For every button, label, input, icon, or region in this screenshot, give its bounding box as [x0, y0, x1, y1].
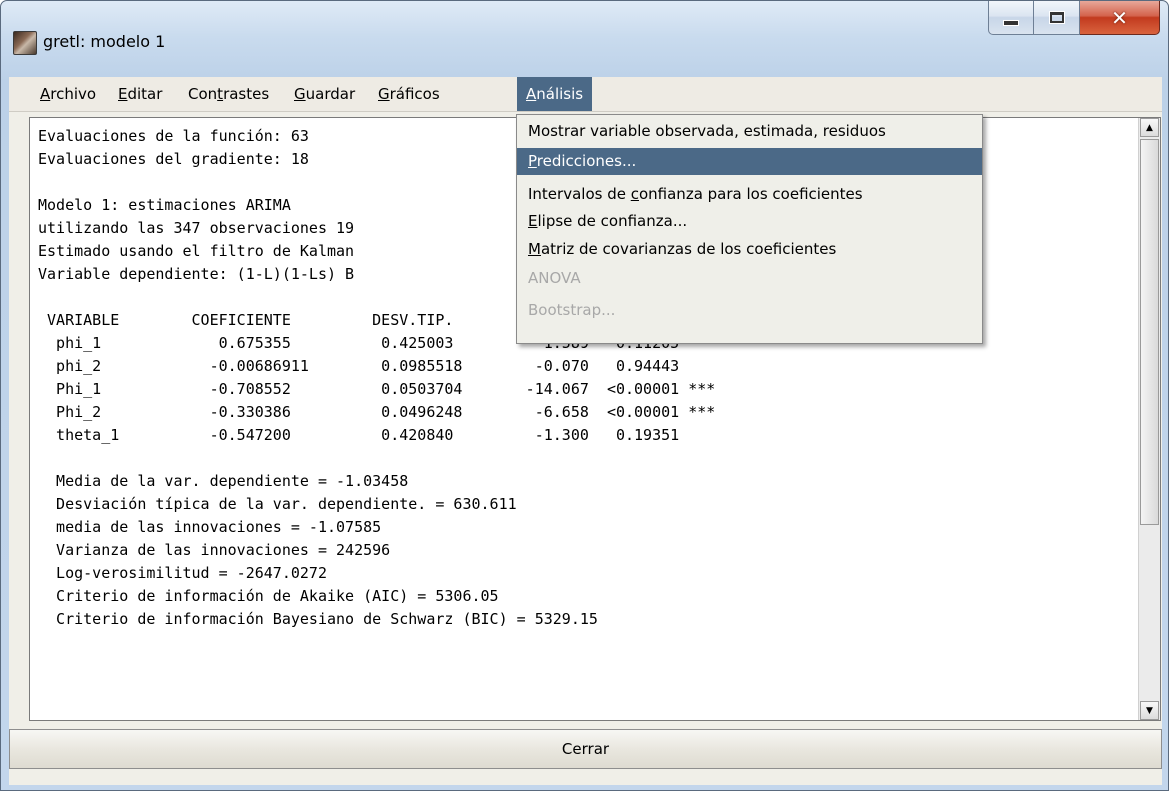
- minimize-button[interactable]: [988, 1, 1034, 35]
- menu-item-predicciones-label: redicciones...: [536, 152, 637, 170]
- menu-item-intervalos-confianza[interactable]: Intervalos de confianza para los coefici…: [517, 181, 982, 208]
- menu-archivo-accel: A: [40, 85, 51, 103]
- menu-archivo-label: rchivo: [50, 85, 97, 103]
- scrollbar-thumb[interactable]: [1140, 139, 1159, 525]
- menu-item-elipse-label: lipse de confianza...: [537, 212, 688, 230]
- close-window-button[interactable]: ✕: [1080, 1, 1160, 35]
- menu-contrastes[interactable]: Contrastes: [179, 77, 278, 111]
- menu-contrastes-pre: Con: [188, 85, 218, 103]
- menu-analisis[interactable]: Análisis: [517, 77, 593, 111]
- menu-contrastes-label: rastes: [223, 85, 270, 103]
- menu-analisis-accel: A: [526, 85, 537, 103]
- menu-item-predicciones-accel: P: [528, 152, 537, 170]
- menu-item-intervalos-accel: c: [630, 185, 639, 203]
- menu-guardar-accel: G: [294, 85, 306, 103]
- title-bar[interactable]: gretl: modelo 1 ✕: [1, 1, 1168, 77]
- scroll-down-arrow-icon: ▼: [1146, 705, 1153, 716]
- menu-analisis-label: nálisis: [536, 85, 584, 103]
- menu-item-mostrar-variable[interactable]: Mostrar variable observada, estimada, re…: [517, 118, 982, 145]
- close-icon: ✕: [1111, 5, 1128, 30]
- menu-item-matriz-covarianzas[interactable]: Matriz de covarianzas de los coeficiente…: [517, 236, 982, 263]
- close-button[interactable]: Cerrar: [9, 729, 1162, 769]
- menu-editar-label: ditar: [127, 85, 163, 103]
- gretl-app-icon: [13, 31, 37, 55]
- menu-item-elipse-confianza[interactable]: Elipse de confianza...: [517, 208, 982, 235]
- menu-archivo[interactable]: Archivo: [31, 77, 105, 111]
- scroll-up-button[interactable]: ▲: [1140, 118, 1159, 137]
- menu-item-matriz-accel: M: [528, 240, 541, 258]
- menu-graficos-accel: G: [378, 85, 390, 103]
- menu-graficos[interactable]: Gráficos: [369, 77, 449, 111]
- menu-item-predicciones[interactable]: Predicciones...: [517, 148, 982, 175]
- menu-guardar[interactable]: Guardar: [285, 77, 364, 111]
- scroll-up-arrow-icon: ▲: [1146, 122, 1153, 133]
- minimize-icon: [1003, 19, 1019, 26]
- menu-item-matriz-label: atriz de covarianzas de los coeficientes: [540, 240, 837, 258]
- window-title: gretl: modelo 1: [43, 32, 166, 51]
- maximize-button[interactable]: [1034, 1, 1080, 35]
- menu-bar: Archivo Editar Contrastes Guardar Gráfic…: [9, 77, 1162, 112]
- maximize-icon: [1048, 11, 1065, 24]
- scroll-down-button[interactable]: ▼: [1140, 701, 1159, 720]
- menu-item-bootstrap: Bootstrap...: [528, 301, 616, 319]
- analisis-dropdown-menu: Mostrar variable observada, estimada, re…: [516, 114, 983, 344]
- menu-item-intervalos-label: onfianza para los coeficientes: [638, 185, 863, 203]
- menu-item-anova: ANOVA: [528, 269, 581, 287]
- menu-graficos-label: ráficos: [389, 85, 440, 103]
- vertical-scrollbar[interactable]: ▲ ▼: [1138, 118, 1160, 720]
- window-controls: ✕: [988, 1, 1160, 37]
- menu-editar[interactable]: Editar: [109, 77, 171, 111]
- menu-item-intervalos-pre: Intervalos de: [528, 185, 631, 203]
- menu-guardar-label: uardar: [305, 85, 356, 103]
